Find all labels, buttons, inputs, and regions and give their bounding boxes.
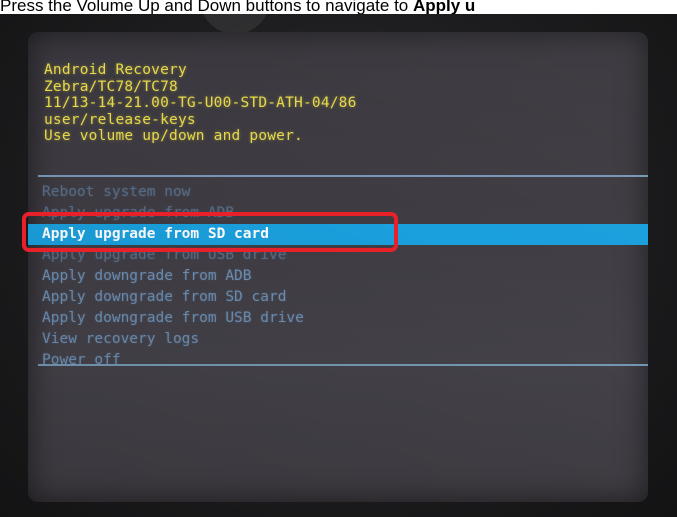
header-instructions: Use volume up/down and power. [44, 128, 303, 144]
device-bezel-notch [200, 14, 270, 34]
menu-item-power-off[interactable]: Power off [28, 350, 648, 371]
caption-text: Press the Volume Up and Down buttons to … [0, 0, 413, 15]
annotation-highlight-box [22, 212, 398, 252]
recovery-menu: Reboot system now Apply upgrade from ADB… [28, 182, 648, 371]
recovery-header: Android Recovery Zebra/TC78/TC78 11/13-1… [44, 62, 357, 145]
menu-item-apply-downgrade-sd-card[interactable]: Apply downgrade from SD card [28, 287, 648, 308]
header-build: 11/13-14-21.00-TG-U00-STD-ATH-04/86 [44, 95, 357, 111]
device-photo: Android Recovery Zebra/TC78/TC78 11/13-1… [0, 14, 677, 517]
instruction-caption: Press the Volume Up and Down buttons to … [0, 0, 677, 15]
header-keys: user/release-keys [44, 111, 196, 128]
header-title: Android Recovery [44, 62, 187, 78]
menu-divider-bottom [38, 364, 648, 366]
header-device: Zebra/TC78/TC78 [44, 78, 178, 95]
menu-item-apply-downgrade-usb[interactable]: Apply downgrade from USB drive [28, 308, 648, 329]
page: Press the Volume Up and Down buttons to … [0, 0, 677, 517]
menu-divider-top [38, 175, 648, 177]
menu-item-reboot-system[interactable]: Reboot system now [28, 182, 648, 203]
menu-item-apply-downgrade-adb[interactable]: Apply downgrade from ADB [28, 266, 648, 287]
recovery-screen: Android Recovery Zebra/TC78/TC78 11/13-1… [28, 32, 648, 502]
menu-item-view-recovery-logs[interactable]: View recovery logs [28, 329, 648, 350]
caption-bold-text: Apply u [412, 0, 476, 15]
